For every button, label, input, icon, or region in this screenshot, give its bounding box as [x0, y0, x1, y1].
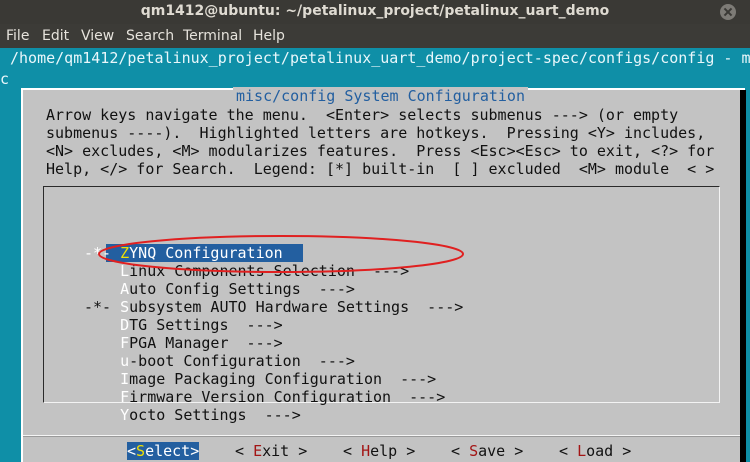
menu-item-dtg-settings[interactable]: DTG Settings --->: [84, 316, 283, 334]
menu-item-image-packaging[interactable]: Image Packaging Configuration --->: [84, 370, 436, 388]
help-line: submenus ----). Highlighted letters are …: [46, 124, 706, 142]
button-pre: <: [127, 442, 137, 460]
menu-search[interactable]: Search: [126, 28, 174, 44]
item-label: -boot Configuration --->: [129, 352, 355, 370]
item-label: ubsystem AUTO Hardware Settings --->: [129, 298, 464, 316]
item-label: irmware Version Configuration --->: [129, 388, 446, 406]
button-hotkey: H: [361, 442, 371, 460]
item-prefix: [84, 352, 120, 370]
button-pre: <: [559, 442, 578, 460]
button-label: ave >: [478, 442, 524, 460]
help-button[interactable]: < Help >: [343, 442, 415, 460]
button-label: oad >: [586, 442, 632, 460]
window-title: qm1412@ubuntu: ~/petalinux_project/petal…: [140, 3, 610, 19]
button-label: elp >: [370, 442, 416, 460]
item-hotkey: A: [120, 280, 130, 298]
menubar: File Edit View Search Terminal Help: [0, 24, 750, 48]
item-prefix: [84, 388, 120, 406]
help-line: Help, </> for Search. Legend: [*] built-…: [46, 160, 715, 178]
button-label: xit >: [262, 442, 308, 460]
item-hotkey: S: [120, 298, 130, 316]
menu-file[interactable]: File: [6, 28, 29, 44]
item-prefix: [84, 370, 120, 388]
item-label: uto Config Settings --->: [129, 280, 355, 298]
item-hotkey: u: [120, 352, 130, 370]
item-label: PGA Manager --->: [129, 334, 283, 352]
red-ellipse-annotation: [98, 235, 464, 273]
menu-edit[interactable]: Edit: [42, 28, 69, 44]
close-icon[interactable]: [720, 4, 736, 20]
button-label: elect>: [145, 442, 200, 460]
item-label: octo Settings --->: [129, 406, 301, 424]
help-line: <N> excludes, <M> modularizes features. …: [46, 142, 715, 160]
menu-view[interactable]: View: [81, 28, 114, 44]
button-hotkey: L: [577, 442, 587, 460]
item-prefix: [84, 280, 120, 298]
dialog-title: misc/config System Configuration: [233, 87, 528, 105]
select-button[interactable]: <Select>: [127, 442, 200, 460]
menu-item-yocto-settings[interactable]: Yocto Settings --->: [84, 406, 301, 424]
item-hotkey: F: [120, 334, 130, 352]
button-hotkey: E: [253, 442, 263, 460]
help-line: Arrow keys navigate the menu. <Enter> se…: [46, 106, 679, 124]
config-dialog: misc/config System Configuration Arrow k…: [21, 87, 746, 462]
menu-item-uboot-configuration[interactable]: u-boot Configuration --->: [84, 352, 355, 370]
item-hotkey: Y: [120, 406, 130, 424]
item-label: mage Packaging Configuration --->: [129, 370, 437, 388]
exit-button[interactable]: < Exit >: [235, 442, 307, 460]
save-button[interactable]: < Save >: [451, 442, 523, 460]
item-prefix: [84, 406, 120, 424]
menu-help[interactable]: Help: [253, 28, 285, 44]
terminal-path-line: /home/qm1412/petalinux_project/petalinux…: [10, 49, 750, 67]
item-prefix: [84, 334, 120, 352]
dialog-divider-shadow: [23, 436, 741, 437]
dialog-shadow: [740, 90, 746, 462]
menu-item-fpga-manager[interactable]: FPGA Manager --->: [84, 334, 283, 352]
button-hotkey: S: [136, 442, 146, 460]
terminal-second-line: c: [0, 70, 10, 88]
button-pre: <: [343, 442, 362, 460]
window-titlebar: qm1412@ubuntu: ~/petalinux_project/petal…: [0, 0, 750, 24]
button-pre: <: [451, 442, 470, 460]
item-label: TG Settings --->: [129, 316, 283, 334]
button-pre: <: [235, 442, 254, 460]
menu-list: -*- ZYNQ Configuration Linux Components …: [43, 186, 720, 424]
menu-terminal[interactable]: Terminal: [183, 28, 242, 44]
help-text: Arrow keys navigate the menu. <Enter> se…: [46, 106, 714, 178]
item-hotkey: D: [120, 316, 130, 334]
item-prefix: [84, 316, 120, 334]
menu-item-auto-config[interactable]: Auto Config Settings --->: [84, 280, 355, 298]
item-hotkey: I: [120, 370, 130, 388]
item-hotkey: F: [120, 388, 130, 406]
item-prefix: -*-: [84, 298, 121, 316]
button-hotkey: S: [469, 442, 479, 460]
menu-item-subsystem-auto-hardware[interactable]: -*- Subsystem AUTO Hardware Settings ---…: [84, 298, 463, 316]
menu-item-firmware-version[interactable]: Firmware Version Configuration --->: [84, 388, 445, 406]
load-button[interactable]: < Load >: [559, 442, 631, 460]
